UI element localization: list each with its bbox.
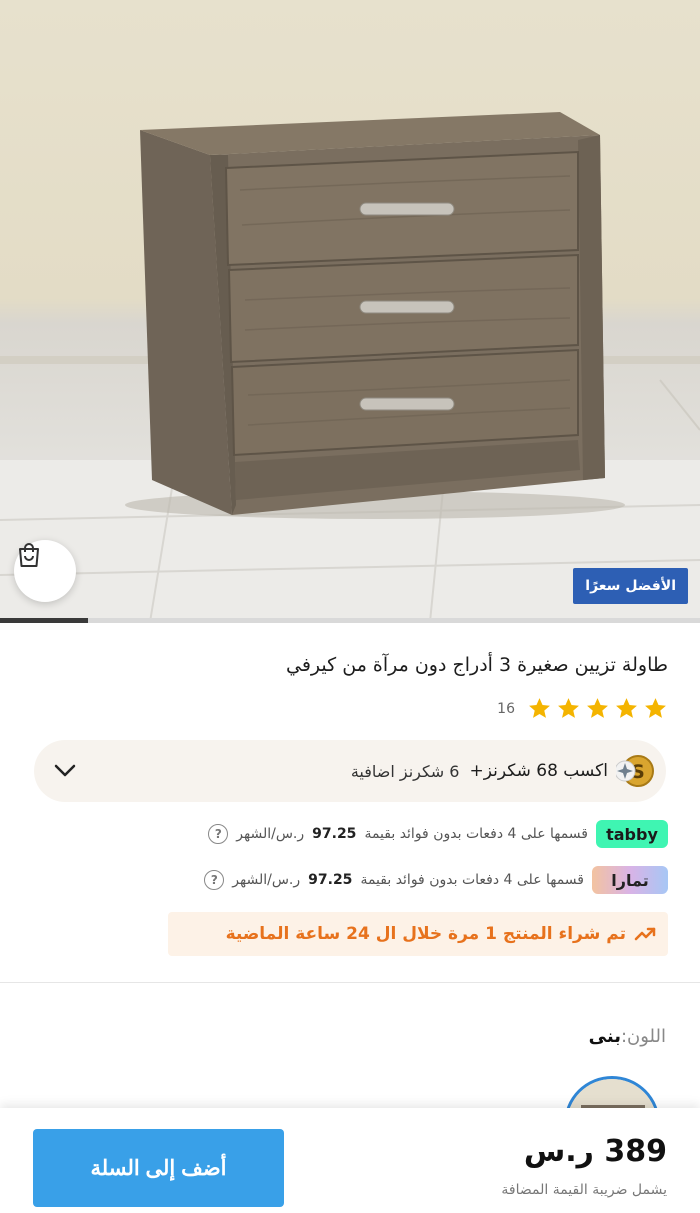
points-extra-text: 6 شكرنز اضافية [350, 761, 460, 781]
star-rating [527, 696, 668, 721]
installment-amount: 97.25 [312, 826, 357, 842]
star-icon [645, 698, 666, 718]
quick-cart-button[interactable] [14, 540, 76, 602]
product-title: طاولة تزيين صغيرة 3 أدراج دون مرآة من كي… [286, 654, 668, 676]
installment-amount: 97.25 [308, 872, 353, 888]
star-icon [616, 698, 637, 718]
tabby-logo: tabby [596, 820, 668, 848]
color-selector-label: اللون:بنى [589, 1026, 666, 1047]
tabby-installment-row[interactable]: tabby قسمها على 4 دفعات بدون فوائد بقيمة… [208, 820, 668, 848]
color-value: بنى [588, 1026, 621, 1047]
section-divider [0, 982, 700, 983]
product-photo [0, 112, 700, 622]
purchase-notice: تم شراء المنتج 1 مرة خلال ال 24 ساعة الم… [168, 912, 668, 956]
points-banner[interactable]: S اكسب 68 شكرنز+ 6 شكرنز اضافية [34, 740, 666, 802]
installment-unit: ر.س/الشهر [232, 872, 301, 888]
vat-note: يشمل ضريبة القيمة المضافة [501, 1182, 667, 1198]
shopping-bag-icon [19, 543, 39, 567]
installment-text: قسمها على 4 دفعات بدون فوائد بقيمة [360, 872, 584, 888]
points-earn-text: اكسب 68 شكرنز+ [469, 761, 608, 781]
bottom-action-bar: أضف إلى السلة 389 ر.س يشمل ضريبة القيمة … [0, 1108, 700, 1213]
tamara-logo: تمارا [592, 866, 668, 894]
product-price: 389 ر.س [523, 1134, 667, 1169]
coin-icon: S [614, 752, 654, 790]
product-image-gallery[interactable]: الأفضل سعرًا [0, 0, 700, 622]
rating-row[interactable]: 16 [497, 696, 668, 721]
add-to-cart-button[interactable]: أضف إلى السلة [33, 1129, 284, 1207]
trending-up-icon [634, 927, 656, 941]
rating-count: 16 [497, 700, 515, 717]
star-icon [587, 698, 608, 718]
color-label: اللون: [620, 1026, 666, 1047]
help-icon[interactable]: ? [204, 870, 225, 890]
gallery-progress [0, 618, 700, 623]
help-icon[interactable]: ? [208, 824, 229, 844]
chevron-down-icon[interactable] [52, 760, 78, 780]
star-icon [529, 698, 550, 718]
best-price-badge: الأفضل سعرًا [573, 568, 688, 604]
purchase-notice-text: تم شراء المنتج 1 مرة خلال ال 24 ساعة الم… [225, 924, 626, 944]
installment-unit: ر.س/الشهر [236, 826, 305, 842]
tamara-installment-row[interactable]: تمارا قسمها على 4 دفعات بدون فوائد بقيمة… [204, 866, 668, 894]
star-icon [558, 698, 579, 718]
installment-text: قسمها على 4 دفعات بدون فوائد بقيمة [364, 826, 588, 842]
gallery-progress-fill [0, 618, 88, 623]
